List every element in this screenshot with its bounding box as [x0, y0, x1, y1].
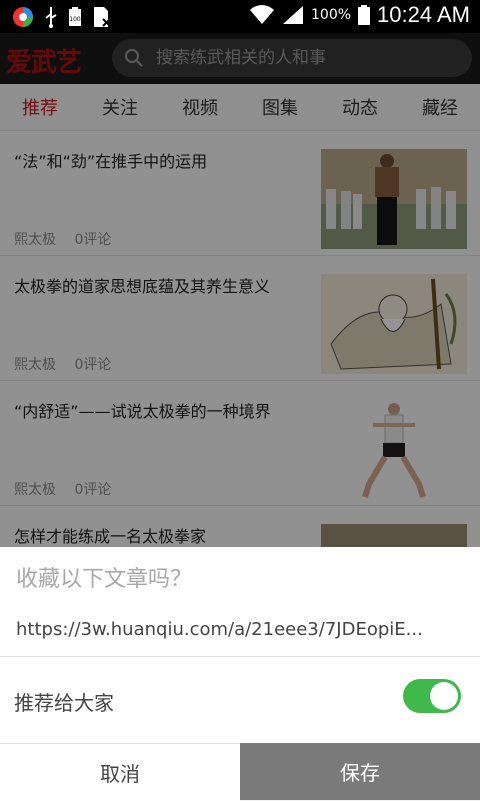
bookmark-dialog: 收藏以下文章吗？ https://3w.huanqiu.com/a/21eee3…	[0, 547, 480, 801]
app-circle-icon	[13, 7, 33, 27]
toggle-knob	[430, 682, 458, 710]
save-button[interactable]: 保存	[240, 743, 480, 800]
recommend-toggle[interactable]	[403, 679, 461, 713]
cancel-button[interactable]: 取消	[0, 743, 240, 801]
battery-100-icon: 100	[69, 7, 81, 26]
signal-icon	[283, 6, 304, 24]
sim-icon	[94, 7, 111, 27]
usb-icon	[45, 7, 57, 28]
battery-percent: 100%	[311, 7, 352, 23]
recommend-label: 推荐给大家	[14, 691, 114, 715]
clock: 10:24 AM	[377, 2, 470, 27]
divider	[0, 656, 480, 657]
status-bar: 100 100% 10:24 AM	[0, 0, 480, 33]
wifi-icon	[250, 5, 275, 24]
article-url: https://3w.huanqiu.com/a/21eee3/7JDEopiE…	[16, 619, 423, 640]
dialog-title: 收藏以下文章吗？	[16, 567, 193, 592]
svg-text:100: 100	[69, 16, 81, 23]
battery-icon	[358, 5, 371, 25]
